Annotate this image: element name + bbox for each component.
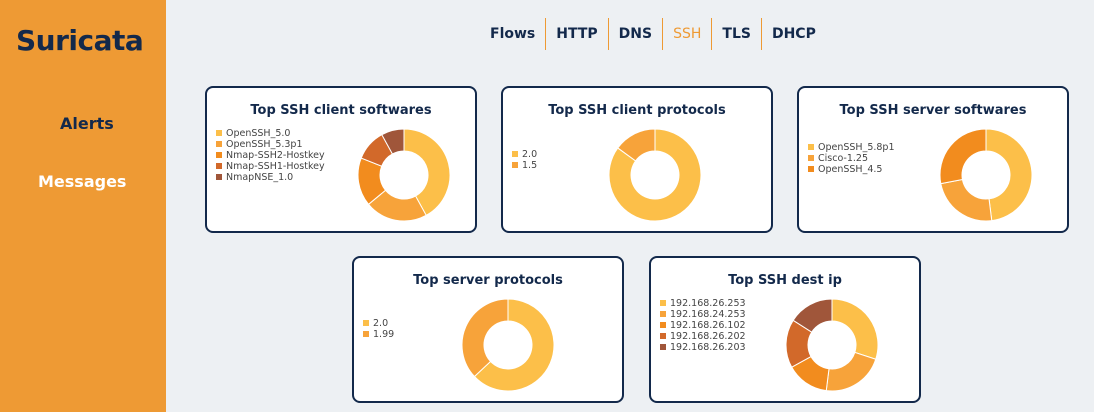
tab-http[interactable]: HTTP (545, 18, 607, 50)
legend-swatch (808, 144, 814, 150)
legend-item[interactable]: OpenSSH_5.3p1 (216, 139, 325, 150)
legend-label: Nmap-SSH1-Hostkey (226, 161, 325, 172)
legend-swatch (512, 151, 518, 157)
legend-label: Nmap-SSH2-Hostkey (226, 150, 325, 161)
card-title: Top SSH dest ip (728, 273, 842, 288)
card-title: Top SSH server softwares (839, 103, 1027, 118)
legend-label: 2.0 (522, 149, 538, 160)
donut-chart (358, 129, 450, 221)
donut-slice[interactable] (462, 299, 509, 378)
legend-label: 192.168.26.202 (670, 331, 746, 342)
chart-legend: 2.0 1.5 (512, 149, 537, 171)
legend-label: OpenSSH_4.5 (818, 164, 883, 175)
legend-swatch (216, 174, 222, 180)
legend-item[interactable]: 192.168.26.203 (660, 342, 746, 353)
legend-swatch (660, 311, 666, 317)
legend-label: OpenSSH_5.0 (226, 128, 291, 139)
chart-legend: 2.0 1.99 (363, 318, 394, 340)
card-dest-ip: Top SSH dest ip 192.168.26.253 192.168.24… (649, 256, 921, 403)
tab-dns[interactable]: DNS (607, 18, 662, 50)
legend-item[interactable]: Cisco-1.25 (808, 153, 895, 164)
sidebar-item-alerts[interactable]: Alerts (60, 114, 114, 133)
donut-chart (462, 299, 554, 391)
app-logo[interactable]: Suricata (16, 24, 144, 57)
legend-item[interactable]: 192.168.26.102 (660, 320, 746, 331)
legend-label: 192.168.26.253 (670, 298, 746, 309)
sidebar: Suricata Alerts Messages (0, 0, 166, 412)
legend-item[interactable]: 2.0 (363, 318, 394, 329)
legend-swatch (660, 300, 666, 306)
legend-swatch (216, 141, 222, 147)
legend-label: 192.168.26.102 (670, 320, 746, 331)
legend-swatch (512, 162, 518, 168)
legend-swatch (216, 130, 222, 136)
legend-swatch (216, 152, 222, 158)
donut-chart (609, 129, 701, 221)
legend-item[interactable]: 192.168.26.202 (660, 331, 746, 342)
legend-item[interactable]: OpenSSH_4.5 (808, 164, 895, 175)
chart-legend: OpenSSH_5.8p1 Cisco-1.25 OpenSSH_4.5 (808, 142, 895, 175)
legend-item[interactable]: 192.168.24.253 (660, 309, 746, 320)
card-server-protocols: Top server protocols 2.0 1.99 (352, 256, 624, 403)
legend-label: 192.168.24.253 (670, 309, 746, 320)
tab-tls[interactable]: TLS (711, 18, 761, 50)
legend-item[interactable]: Nmap-SSH2-Hostkey (216, 150, 325, 161)
card-title: Top server protocols (413, 273, 563, 288)
chart-legend: 192.168.26.253 192.168.24.253 192.168.26.1… (660, 298, 746, 353)
legend-item[interactable]: 192.168.26.253 (660, 298, 746, 309)
donut-slice[interactable] (940, 129, 987, 185)
legend-item[interactable]: Nmap-SSH1-Hostkey (216, 161, 325, 172)
legend-label: NmapNSE_1.0 (226, 172, 294, 183)
legend-label: 1.5 (522, 160, 538, 171)
card-client-softwares: Top SSH client softwares OpenSSH_5.0 Open… (205, 86, 477, 233)
chart-legend: OpenSSH_5.0 OpenSSH_5.3p1 Nmap-SSH2-Hostke… (216, 128, 325, 183)
legend-swatch (363, 331, 369, 337)
card-client-protocols: Top SSH client protocols 2.0 1.5 (501, 86, 773, 233)
legend-swatch (808, 166, 814, 172)
legend-item[interactable]: 1.99 (363, 329, 394, 340)
card-server-softwares: Top SSH server softwares OpenSSH_5.8p1 Ci… (797, 86, 1069, 233)
legend-swatch (363, 320, 369, 326)
legend-label: 2.0 (373, 318, 389, 329)
legend-label: OpenSSH_5.3p1 (226, 139, 303, 150)
donut-slice[interactable] (940, 178, 993, 221)
tab-dhcp[interactable]: DHCP (760, 18, 826, 50)
donut-chart (786, 299, 878, 391)
donut-slice[interactable] (831, 299, 878, 360)
legend-item[interactable]: 1.5 (512, 160, 537, 171)
top-nav: Flows HTTP DNS SSH TLS DHCP (470, 18, 826, 50)
legend-swatch (660, 344, 666, 350)
legend-item[interactable]: 2.0 (512, 149, 537, 160)
legend-swatch (216, 163, 222, 169)
tab-ssh[interactable]: SSH (662, 18, 711, 50)
legend-item[interactable]: OpenSSH_5.8p1 (808, 142, 895, 153)
tab-flows[interactable]: Flows (470, 18, 545, 50)
donut-slice[interactable] (825, 351, 877, 391)
legend-item[interactable]: OpenSSH_5.0 (216, 128, 325, 139)
legend-swatch (808, 155, 814, 161)
legend-swatch (660, 322, 666, 328)
legend-label: 192.168.26.203 (670, 342, 746, 353)
sidebar-item-messages[interactable]: Messages (38, 172, 126, 191)
legend-label: 1.99 (373, 329, 395, 340)
legend-item[interactable]: NmapNSE_1.0 (216, 172, 325, 183)
legend-label: Cisco-1.25 (818, 153, 869, 164)
legend-label: OpenSSH_5.8p1 (818, 142, 895, 153)
donut-chart (940, 129, 1032, 221)
legend-swatch (660, 333, 666, 339)
donut-slice[interactable] (985, 129, 1032, 221)
card-title: Top SSH client protocols (548, 103, 726, 118)
card-title: Top SSH client softwares (250, 103, 432, 118)
